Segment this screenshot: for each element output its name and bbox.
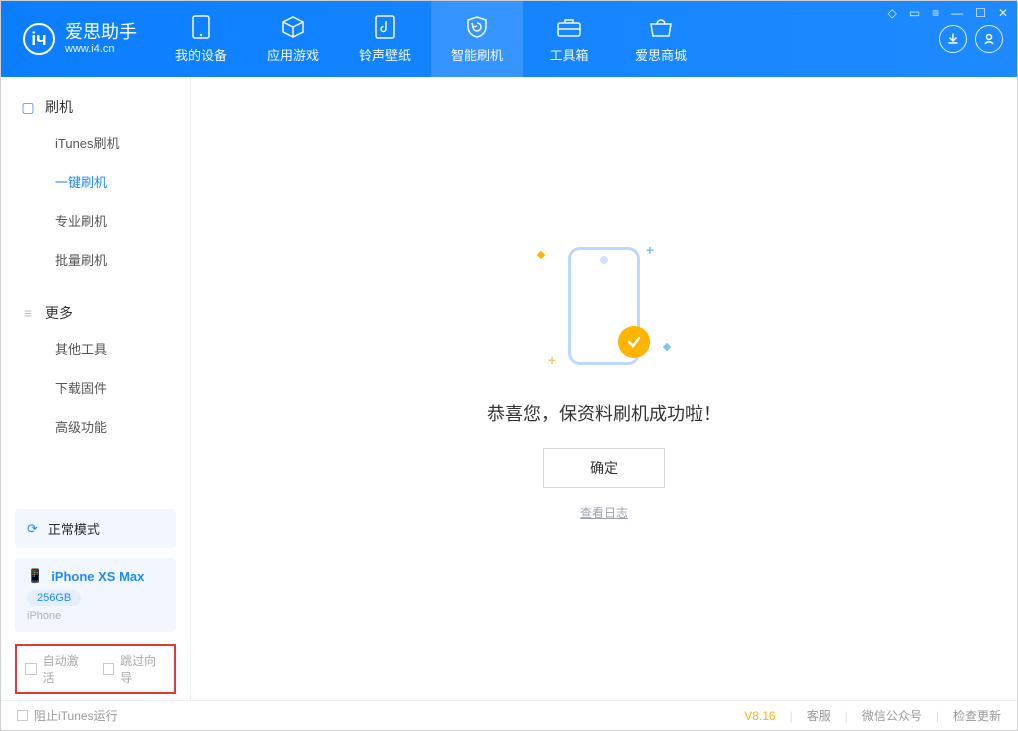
checkbox-icon bbox=[17, 710, 28, 721]
checkbox-label: 阻止iTunes运行 bbox=[34, 707, 118, 724]
sparkle-icon bbox=[663, 343, 671, 351]
device-icon bbox=[187, 15, 215, 39]
toolbox-icon bbox=[555, 15, 583, 39]
sidebar-section-flash: ▢ 刷机 bbox=[1, 91, 190, 123]
app-logo-icon: iч bbox=[23, 23, 55, 55]
checkbox-icon bbox=[103, 663, 115, 675]
device-capacity-badge: 256GB bbox=[27, 590, 81, 606]
phone-icon: 📱 bbox=[27, 568, 43, 584]
wechat-link[interactable]: 微信公众号 bbox=[862, 707, 922, 724]
support-link[interactable]: 客服 bbox=[807, 707, 831, 724]
sidebar-section-more: ≡ 更多 bbox=[1, 297, 190, 329]
tab-label: 我的设备 bbox=[175, 45, 227, 64]
device-type: iPhone bbox=[27, 610, 164, 622]
store-icon bbox=[647, 15, 675, 39]
titlebar: iч 爱思助手 www.i4.cn 我的设备 应用游戏 铃声壁纸 智能刷机 工具… bbox=[1, 1, 1017, 77]
success-panel: + + 恭喜您，保资料刷机成功啦！ 确定 查看日志 bbox=[487, 226, 721, 521]
window-controls: ◇ ▭ ≡ — ☐ ✕ bbox=[888, 6, 1008, 20]
checkbox-label: 自动激活 bbox=[43, 652, 89, 686]
tab-toolbox[interactable]: 工具箱 bbox=[523, 1, 615, 77]
mode-label: 正常模式 bbox=[48, 519, 100, 538]
tab-label: 爱思商城 bbox=[635, 45, 687, 64]
ok-button[interactable]: 确定 bbox=[543, 448, 665, 488]
layout-icon[interactable]: ▭ bbox=[909, 6, 920, 20]
cube-icon bbox=[279, 15, 307, 39]
sidebar: ▢ 刷机 iTunes刷机 一键刷机 专业刷机 批量刷机 ≡ 更多 其他工具 下… bbox=[1, 77, 191, 700]
footer: 阻止iTunes运行 V8.16 | 客服 | 微信公众号 | 检查更新 bbox=[1, 700, 1017, 730]
tab-store[interactable]: 爱思商城 bbox=[615, 1, 707, 77]
tab-flash[interactable]: 智能刷机 bbox=[431, 1, 523, 77]
checkbox-skip-guide[interactable]: 跳过向导 bbox=[103, 652, 167, 686]
check-update-link[interactable]: 检查更新 bbox=[953, 707, 1001, 724]
version-label: V8.16 bbox=[744, 709, 775, 723]
sync-icon: ⟳ bbox=[27, 521, 38, 537]
main-content: + + 恭喜您，保资料刷机成功啦！ 确定 查看日志 bbox=[191, 77, 1017, 700]
account-button[interactable] bbox=[975, 25, 1003, 53]
tab-apps[interactable]: 应用游戏 bbox=[247, 1, 339, 77]
device-name-row: 📱 iPhone XS Max bbox=[27, 568, 164, 584]
logo-area: iч 爱思助手 www.i4.cn bbox=[1, 1, 155, 77]
shield-refresh-icon bbox=[463, 15, 491, 39]
checkbox-block-itunes[interactable]: 阻止iTunes运行 bbox=[17, 707, 118, 724]
device-name: iPhone XS Max bbox=[51, 569, 144, 584]
sparkle-icon bbox=[537, 251, 545, 259]
sidebar-item-itunes-flash[interactable]: iTunes刷机 bbox=[1, 123, 190, 162]
tab-ringtones[interactable]: 铃声壁纸 bbox=[339, 1, 431, 77]
music-file-icon bbox=[371, 15, 399, 39]
view-log-link[interactable]: 查看日志 bbox=[580, 504, 628, 521]
sidebar-item-batch-flash[interactable]: 批量刷机 bbox=[1, 240, 190, 279]
sidebar-item-pro-flash[interactable]: 专业刷机 bbox=[1, 201, 190, 240]
device-mode-card[interactable]: ⟳ 正常模式 bbox=[15, 509, 176, 548]
tab-label: 应用游戏 bbox=[267, 45, 319, 64]
menu-lines-icon: ≡ bbox=[21, 305, 35, 321]
checkbox-icon bbox=[25, 663, 37, 675]
download-button[interactable] bbox=[939, 25, 967, 53]
sidebar-item-download-firmware[interactable]: 下载固件 bbox=[1, 368, 190, 407]
phone-outline-icon: ▢ bbox=[21, 99, 35, 116]
menu-icon[interactable]: ≡ bbox=[932, 6, 939, 20]
success-illustration: + + bbox=[524, 226, 684, 386]
tab-my-device[interactable]: 我的设备 bbox=[155, 1, 247, 77]
close-icon[interactable]: ✕ bbox=[998, 6, 1008, 20]
app-name-cn: 爱思助手 bbox=[65, 23, 137, 43]
tab-label: 智能刷机 bbox=[451, 45, 503, 64]
section-title: 更多 bbox=[45, 303, 73, 323]
flash-options-box: 自动激活 跳过向导 bbox=[15, 644, 176, 694]
section-title: 刷机 bbox=[45, 97, 73, 117]
checkbox-auto-activate[interactable]: 自动激活 bbox=[25, 652, 89, 686]
plus-icon: + bbox=[548, 352, 556, 368]
sidebar-item-other-tools[interactable]: 其他工具 bbox=[1, 329, 190, 368]
app-logo-text: 爱思助手 www.i4.cn bbox=[65, 23, 137, 55]
theme-icon[interactable]: ◇ bbox=[888, 6, 897, 20]
check-circle-icon bbox=[618, 326, 650, 358]
sidebar-item-oneclick-flash[interactable]: 一键刷机 bbox=[1, 162, 190, 201]
tab-label: 工具箱 bbox=[549, 45, 588, 64]
sidebar-item-advanced[interactable]: 高级功能 bbox=[1, 407, 190, 446]
device-card[interactable]: 📱 iPhone XS Max 256GB iPhone bbox=[15, 558, 176, 632]
maximize-icon[interactable]: ☐ bbox=[975, 6, 986, 20]
minimize-icon[interactable]: — bbox=[951, 6, 963, 20]
main-tabs: 我的设备 应用游戏 铃声壁纸 智能刷机 工具箱 爱思商城 bbox=[155, 1, 707, 77]
checkbox-label: 跳过向导 bbox=[120, 652, 166, 686]
success-headline: 恭喜您，保资料刷机成功啦！ bbox=[487, 400, 721, 426]
plus-icon: + bbox=[646, 242, 654, 258]
app-name-en: www.i4.cn bbox=[65, 43, 137, 55]
tab-label: 铃声壁纸 bbox=[359, 45, 411, 64]
